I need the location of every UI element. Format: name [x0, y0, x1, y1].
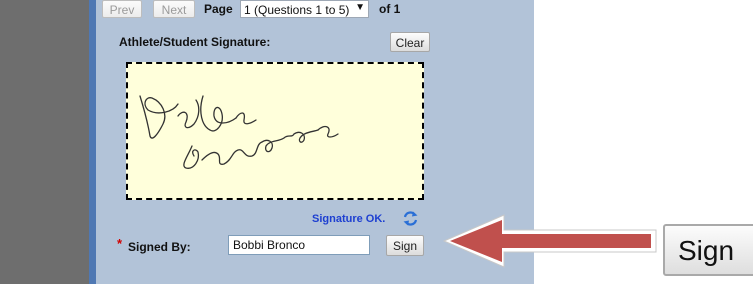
page-select-value: 1 (Questions 1 to 5) — [244, 3, 350, 17]
refresh-icon[interactable] — [402, 210, 419, 227]
signature-drawing — [139, 95, 339, 169]
prev-button[interactable]: Prev — [102, 0, 142, 18]
blue-divider-bar — [89, 0, 96, 284]
signature-pad[interactable] — [126, 62, 424, 200]
callout-arrow — [442, 214, 657, 268]
page-label: Page — [204, 2, 233, 16]
zoomed-sign-button: Sign — [663, 224, 753, 276]
sign-button[interactable]: Sign — [386, 235, 424, 256]
signature-title: Athlete/Student Signature: — [119, 35, 271, 49]
dropdown-arrow-icon: ▼ — [355, 2, 365, 13]
page-select[interactable]: 1 (Questions 1 to 5) ▼ — [240, 0, 369, 18]
next-button[interactable]: Next — [153, 0, 195, 18]
signed-by-label: Signed By: — [128, 240, 191, 254]
clear-button[interactable]: Clear — [390, 32, 430, 52]
page-count: of 1 — [379, 2, 401, 16]
signed-by-input[interactable]: Bobbi Bronco — [228, 235, 370, 255]
signature-status: Signature OK. — [312, 213, 386, 225]
required-asterisk: * — [117, 236, 123, 251]
left-gray-region — [0, 0, 89, 284]
